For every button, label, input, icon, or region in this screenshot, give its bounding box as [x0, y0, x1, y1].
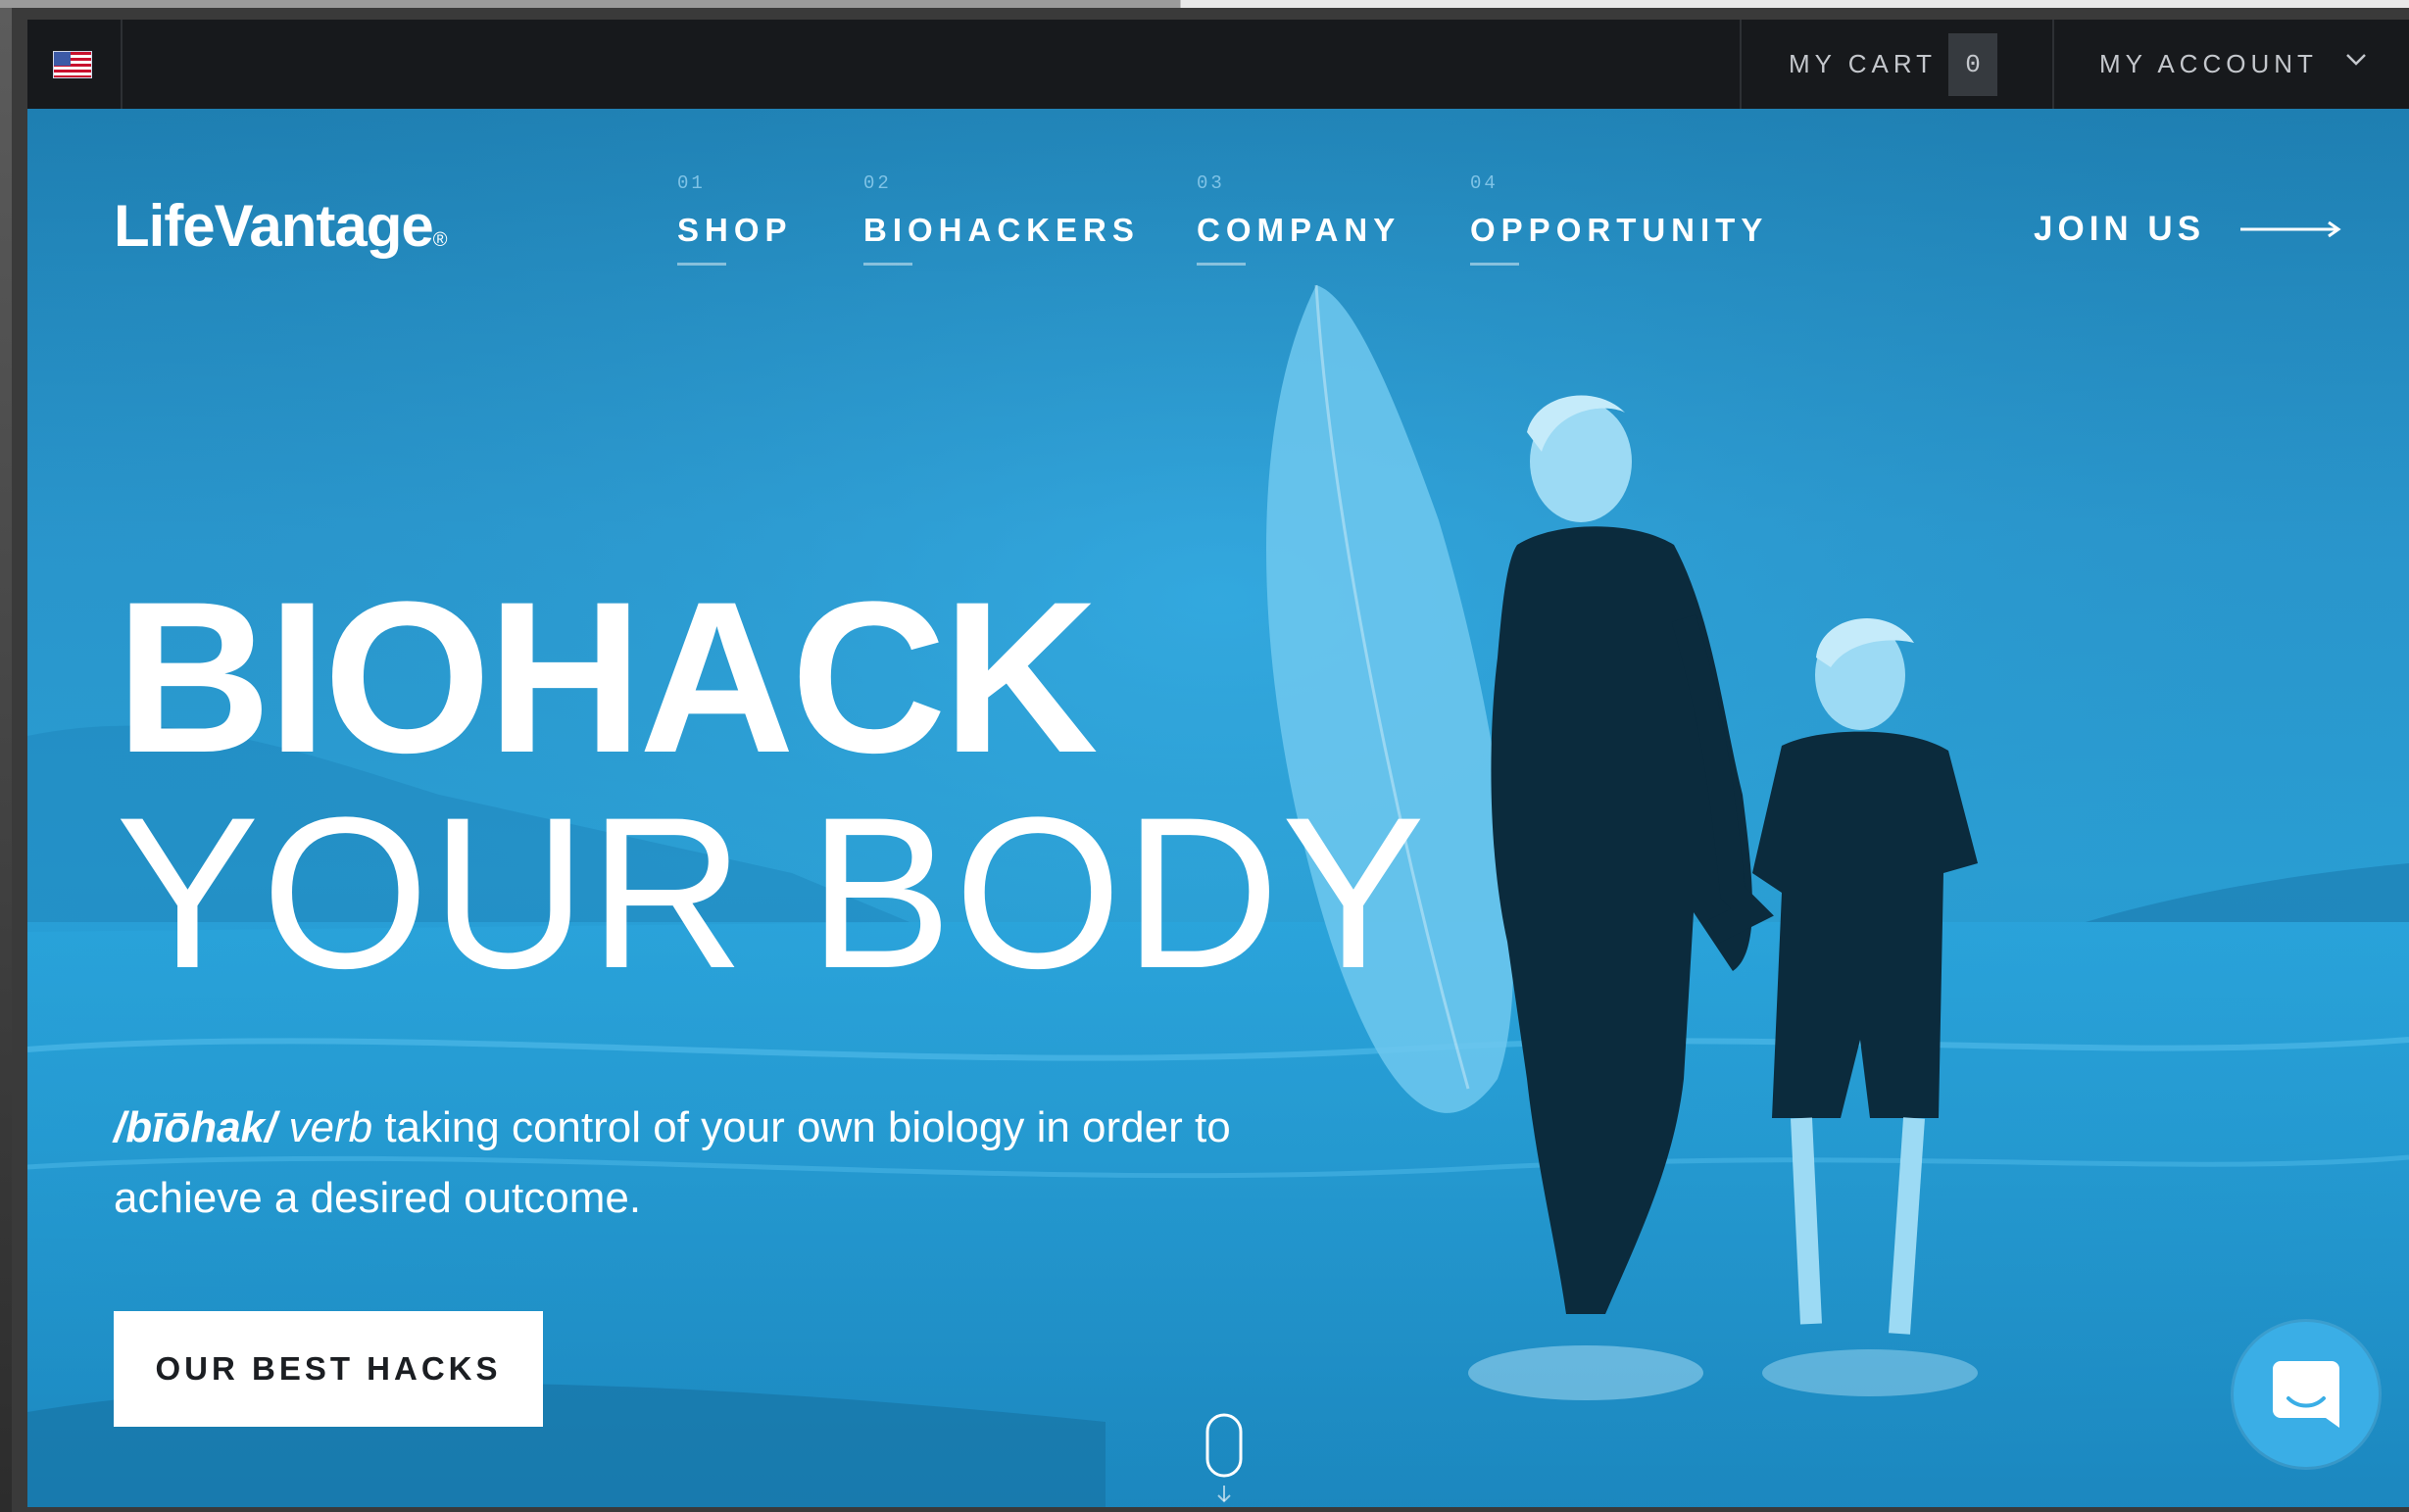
browser-page: MY CART 0 MY ACCOUNT LifeVantage® 01 SHO…	[27, 20, 2409, 1507]
nav-label: COMPANY	[1197, 212, 1401, 248]
nav-label: SHOP	[677, 212, 793, 248]
nav-item-opportunity[interactable]: 04 OPPORTUNITY	[1470, 172, 1768, 266]
cart-button[interactable]: MY CART 0	[1740, 20, 2054, 109]
nav-underline	[1197, 263, 1246, 266]
chat-widget-button[interactable]	[2234, 1322, 2379, 1467]
cart-count-badge: 0	[1948, 33, 1997, 96]
arrow-right-icon	[2240, 220, 2341, 238]
nav-number: 03	[1197, 172, 1225, 194]
nav-label: BIOHACKERS	[863, 212, 1140, 248]
part-of-speech: verb	[288, 1103, 373, 1151]
window-frame-left	[0, 8, 12, 1512]
nav-number: 01	[677, 172, 706, 194]
account-label: MY ACCOUNT	[2099, 49, 2318, 78]
nav-label: OPPORTUNITY	[1470, 212, 1769, 248]
hero-section: LifeVantage® 01 SHOP 02 BIOHACKERS 03 CO…	[27, 109, 2409, 1507]
nav-item-company[interactable]: 03 COMPANY	[1197, 172, 1401, 266]
phonetic: /bīōhak/	[114, 1103, 277, 1151]
nav-underline	[863, 263, 912, 266]
nav-item-shop[interactable]: 01 SHOP	[677, 172, 793, 266]
join-us-label: JOIN US	[2034, 210, 2206, 248]
definition-text: taking control of your own biology in or…	[114, 1103, 1231, 1222]
scroll-down-icon[interactable]	[1204, 1413, 1251, 1507]
registered-mark: ®	[432, 229, 448, 251]
brand-name: LifeVantage	[114, 193, 434, 259]
our-best-hacks-button[interactable]: OUR BEST HACKS	[114, 1311, 543, 1427]
hero-headline-line2: YOUR BODY	[116, 772, 1428, 1013]
brand-logo[interactable]: LifeVantage®	[114, 192, 448, 260]
nav-underline	[1470, 263, 1519, 266]
window-frame-top	[0, 0, 2409, 8]
cart-label: MY CART	[1789, 49, 1938, 78]
hero-headline-line1: BIOHACK	[116, 557, 1099, 798]
nav-number: 04	[1470, 172, 1499, 194]
account-menu[interactable]: MY ACCOUNT	[2052, 20, 2409, 109]
hero-definition: /bīōhak/ verb taking control of your own…	[114, 1093, 1290, 1234]
divider	[121, 20, 123, 109]
us-flag-icon[interactable]	[53, 51, 92, 78]
nav-number: 02	[863, 172, 892, 194]
join-us-link[interactable]: JOIN US	[2034, 210, 2342, 249]
chevron-down-icon	[2346, 54, 2366, 66]
nav-underline	[677, 263, 726, 266]
utility-bar: MY CART 0 MY ACCOUNT	[27, 20, 2409, 109]
chat-icon	[2273, 1361, 2339, 1428]
nav-item-biohackers[interactable]: 02 BIOHACKERS	[863, 172, 1140, 266]
